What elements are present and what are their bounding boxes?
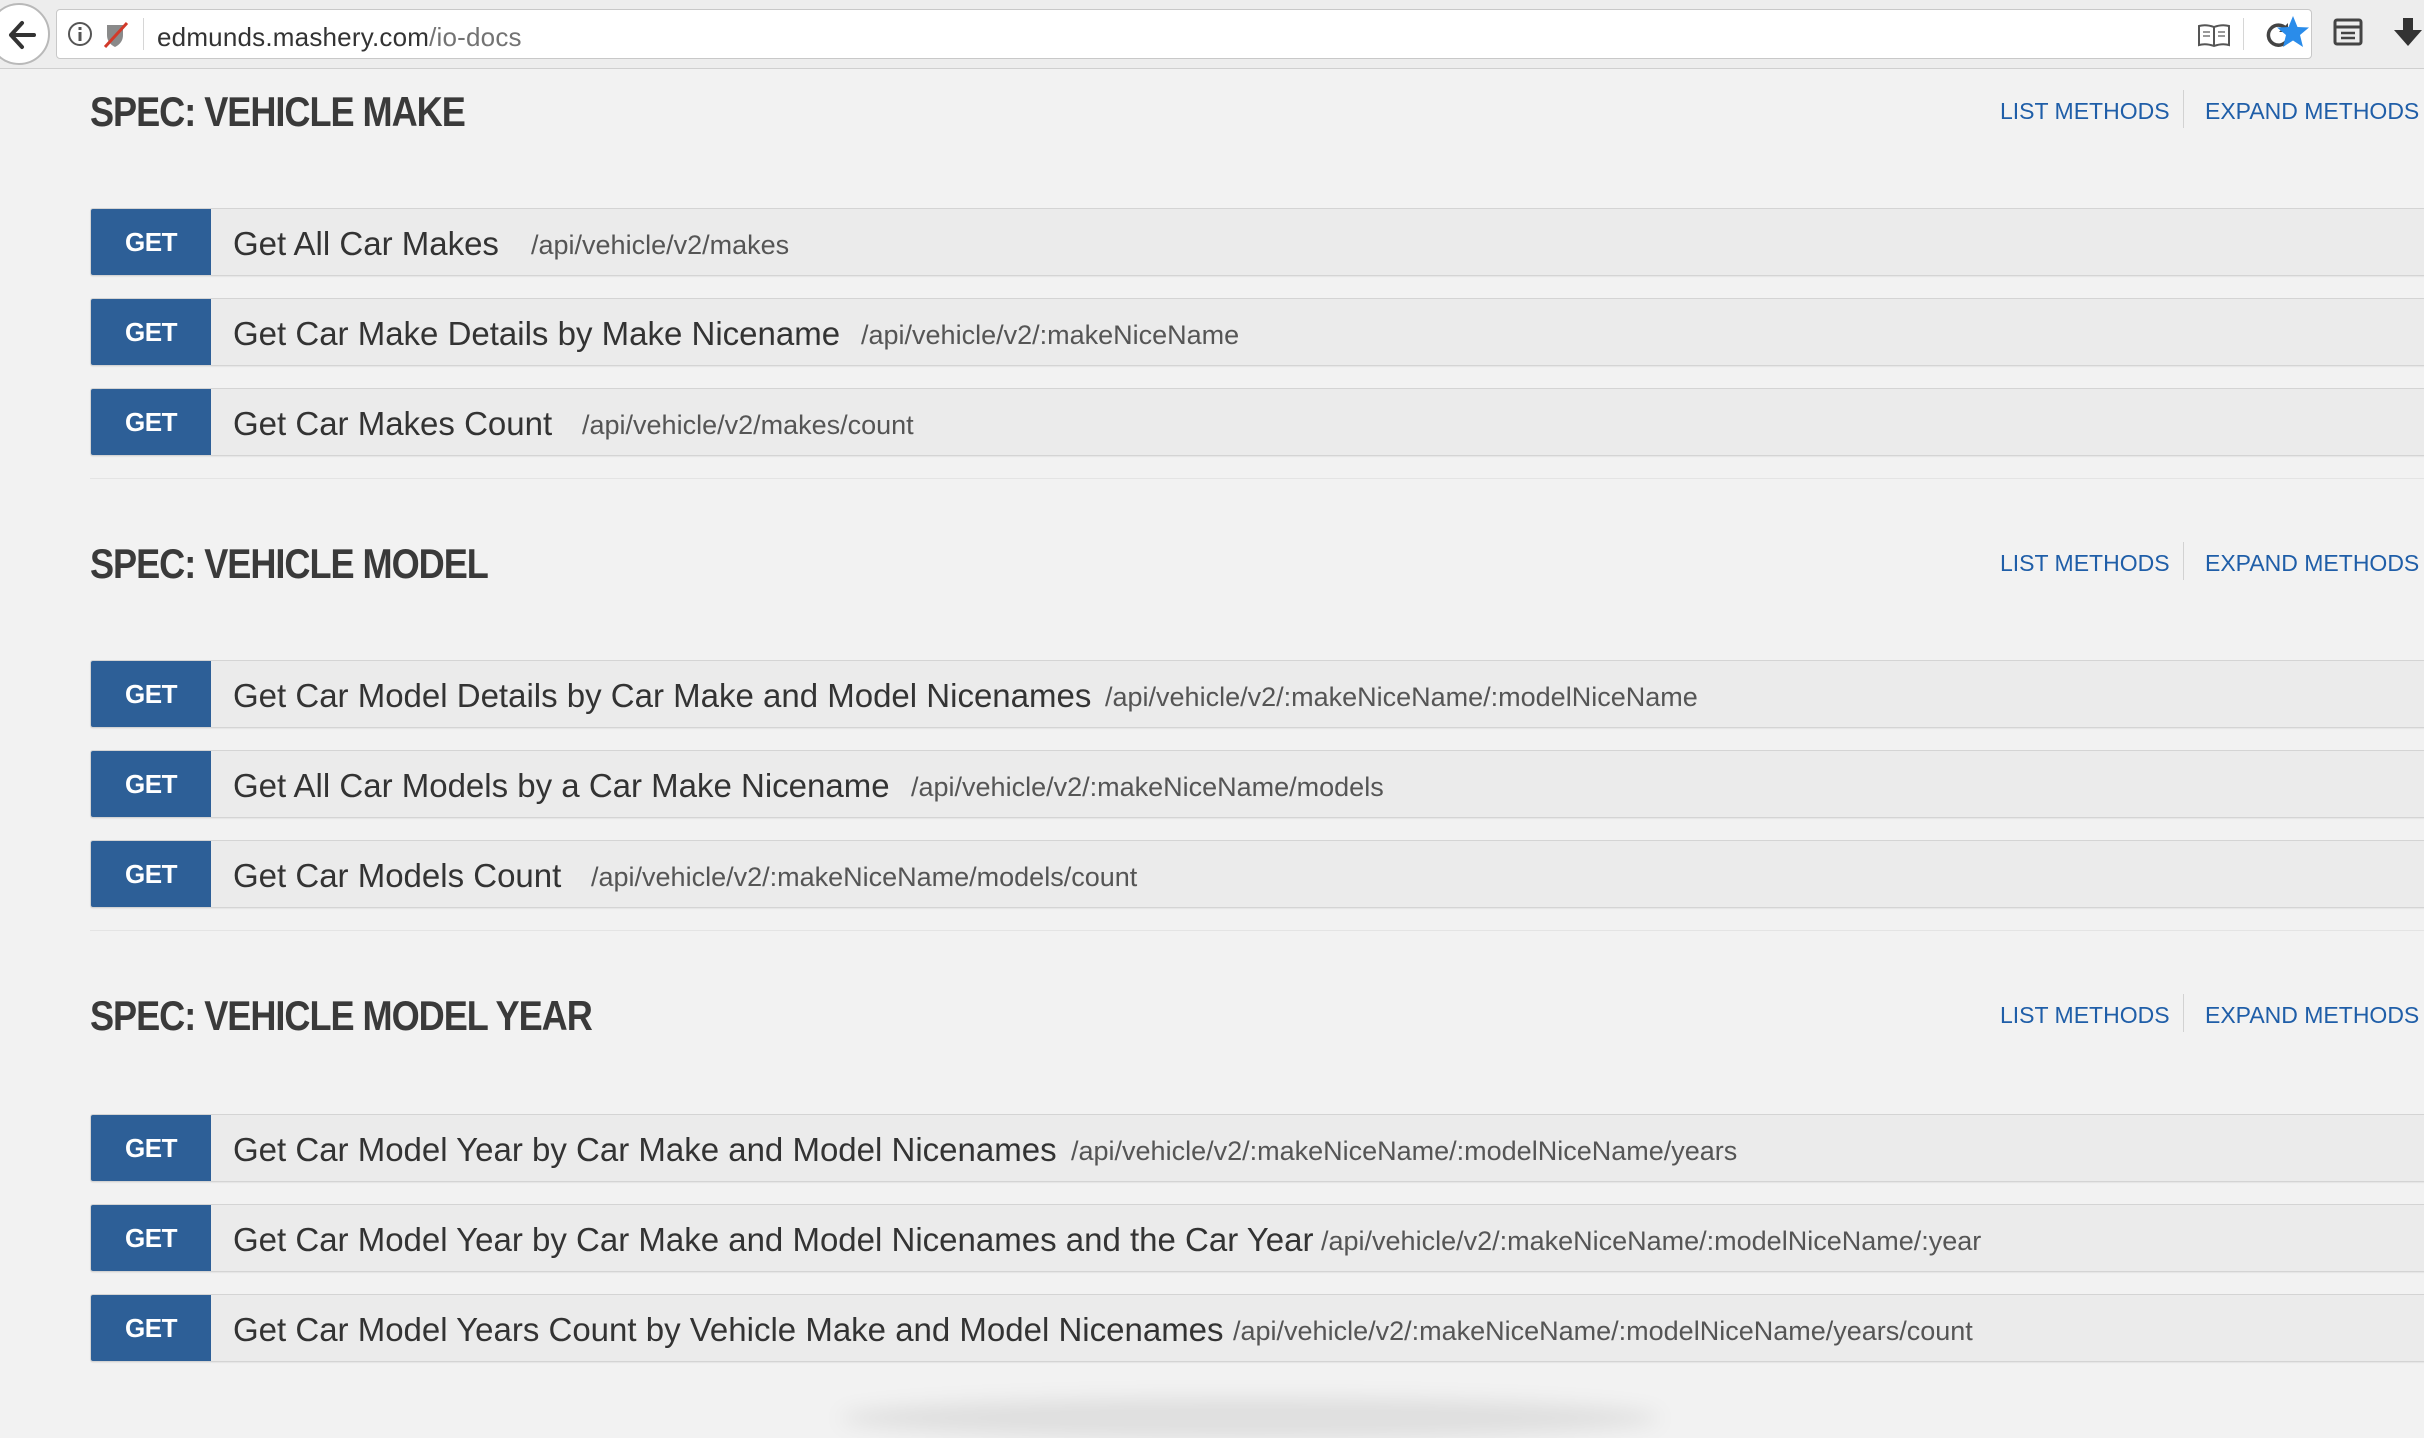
section-vehicle-model-year: SPEC: VEHICLE MODEL YEAR LIST METHODS EX… (0, 992, 2424, 1392)
method-path: /api/vehicle/v2/makes (531, 230, 790, 260)
method-name[interactable]: Get Car Model Details by Car Make and Mo… (233, 677, 1091, 715)
method-row[interactable]: GET Get All Car Makes /api/vehicle/v2/ma… (90, 208, 2424, 276)
tracking-protection-icon[interactable] (103, 21, 129, 49)
get-badge: GET (91, 751, 211, 817)
list-methods-link[interactable]: LIST METHODS (2000, 550, 2170, 577)
section-vehicle-make: SPEC: VEHICLE MAKE LIST METHODS EXPAND M… (0, 88, 2424, 488)
download-icon[interactable] (2392, 16, 2424, 48)
library-icon[interactable] (2333, 16, 2363, 46)
method-row[interactable]: GET Get Car Makes Count /api/vehicle/v2/… (90, 388, 2424, 456)
url-path: /io-docs (429, 22, 522, 52)
method-name[interactable]: Get All Car Makes (233, 225, 499, 263)
method-path: /api/vehicle/v2/makes/count (582, 410, 914, 440)
method-row[interactable]: GET Get Car Model Year by Car Make and M… (90, 1204, 2424, 1272)
section-title: SPEC: VEHICLE MAKE (90, 88, 466, 135)
method-name[interactable]: Get Car Makes Count (233, 405, 552, 443)
section-divider (90, 930, 2424, 931)
method-name[interactable]: Get Car Model Year by Car Make and Model… (233, 1131, 1057, 1169)
bookmark-star-icon[interactable] (2275, 14, 2311, 50)
method-path: /api/vehicle/v2/:makeNiceName/models/cou… (591, 862, 1138, 892)
list-methods-link[interactable]: LIST METHODS (2000, 98, 2170, 125)
method-path: /api/vehicle/v2/:makeNiceName/models (911, 772, 1384, 802)
method-row[interactable]: GET Get Car Model Years Count by Vehicle… (90, 1294, 2424, 1362)
browser-toolbar: edmunds.mashery.com/io-docs (0, 0, 2424, 69)
link-divider (2183, 90, 2184, 128)
back-arrow-icon (9, 21, 36, 49)
section-divider (90, 478, 2424, 479)
get-badge: GET (91, 299, 211, 365)
method-name[interactable]: Get Car Model Years Count by Vehicle Mak… (233, 1311, 1224, 1349)
get-badge: GET (91, 1205, 211, 1271)
method-name[interactable]: Get Car Model Year by Car Make and Model… (233, 1221, 1313, 1259)
url-domain-prefix: edmunds. (157, 22, 273, 52)
get-badge: GET (91, 389, 211, 455)
get-badge: GET (91, 661, 211, 727)
method-path: /api/vehicle/v2/:makeNiceName/:modelNice… (1071, 1136, 1738, 1166)
method-row[interactable]: GET Get Car Model Details by Car Make an… (90, 660, 2424, 728)
method-path: /api/vehicle/v2/:makeNiceName (861, 320, 1240, 350)
method-path: /api/vehicle/v2/:makeNiceName/:modelNice… (1105, 682, 1698, 712)
expand-methods-link[interactable]: EXPAND METHODS (2205, 550, 2419, 577)
method-name[interactable]: Get Car Make Details by Make Nicename (233, 315, 840, 353)
back-button[interactable] (0, 3, 50, 65)
url-domain: mashery.com (272, 22, 430, 52)
urlbar-separator (143, 18, 144, 50)
method-name[interactable]: Get Car Models Count (233, 857, 561, 895)
method-path: /api/vehicle/v2/:makeNiceName/:modelNice… (1321, 1226, 1982, 1256)
get-badge: GET (91, 209, 211, 275)
get-badge: GET (91, 841, 211, 907)
list-methods-link[interactable]: LIST METHODS (2000, 1002, 2170, 1029)
method-row[interactable]: GET Get Car Make Details by Make Nicenam… (90, 298, 2424, 366)
method-row[interactable]: GET Get All Car Models by a Car Make Nic… (90, 750, 2424, 818)
expand-methods-link[interactable]: EXPAND METHODS (2205, 1002, 2419, 1029)
info-icon[interactable] (67, 21, 93, 47)
link-divider (2183, 542, 2184, 580)
link-divider (2183, 994, 2184, 1032)
get-badge: GET (91, 1115, 211, 1181)
section-title: SPEC: VEHICLE MODEL (90, 540, 489, 587)
method-name[interactable]: Get All Car Models by a Car Make Nicenam… (233, 767, 890, 805)
method-row[interactable]: GET Get Car Model Year by Car Make and M… (90, 1114, 2424, 1182)
method-row[interactable]: GET Get Car Models Count /api/vehicle/v2… (90, 840, 2424, 908)
section-title: SPEC: VEHICLE MODEL YEAR (90, 992, 593, 1039)
urlbar-separator (2243, 18, 2244, 50)
get-badge: GET (91, 1295, 211, 1361)
url-text[interactable]: edmunds.mashery.com/io-docs (157, 22, 522, 53)
scroll-shadow (840, 1398, 1660, 1438)
expand-methods-link[interactable]: EXPAND METHODS (2205, 98, 2419, 125)
method-path: /api/vehicle/v2/:makeNiceName/:modelNice… (1233, 1316, 1973, 1346)
reader-view-icon[interactable] (2197, 22, 2231, 48)
address-bar[interactable]: edmunds.mashery.com/io-docs (56, 9, 2312, 59)
section-vehicle-model: SPEC: VEHICLE MODEL LIST METHODS EXPAND … (0, 540, 2424, 940)
